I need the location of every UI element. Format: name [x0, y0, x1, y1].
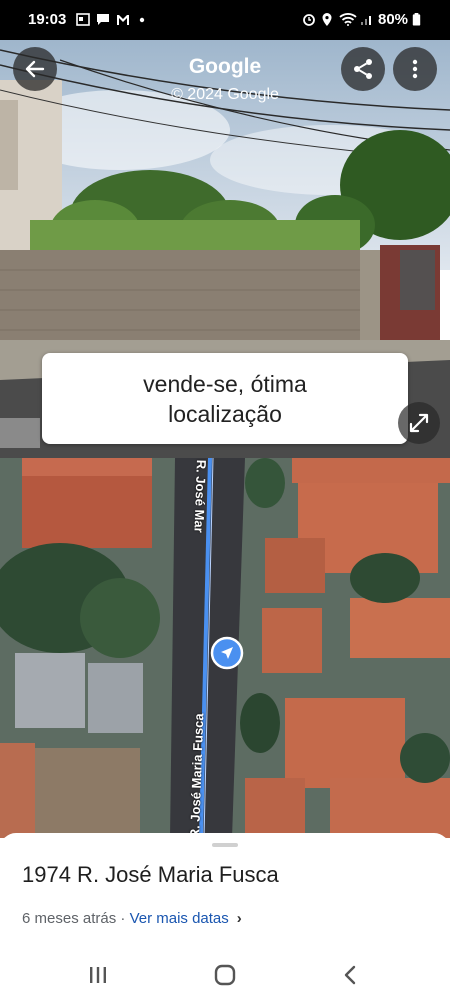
home-icon[interactable]: [210, 962, 240, 988]
satellite-map[interactable]: R. José Mar R. José Maria Fusca: [0, 458, 450, 838]
copyright-text: © 2024 Google: [171, 86, 279, 103]
more-options-button[interactable]: [393, 47, 437, 91]
status-time: 19:03: [28, 11, 67, 28]
date-row: 6 meses atrás · Ver mais datas ›: [22, 910, 242, 927]
alarm-icon: [303, 14, 315, 26]
gmail-icon: [117, 15, 129, 25]
separator: ·: [116, 910, 130, 927]
expand-icon: [409, 413, 429, 433]
drag-handle[interactable]: [212, 843, 238, 847]
location-arrow-icon[interactable]: [210, 636, 244, 670]
expand-button[interactable]: [398, 402, 440, 444]
status-bar: 19:03 80%: [0, 0, 450, 40]
address-title: 1974 R. José Maria Fusca: [22, 862, 279, 887]
back-icon[interactable]: [336, 962, 366, 988]
battery-icon: [412, 13, 421, 26]
overlay-caption: vende-se, ótima localização: [42, 353, 408, 444]
share-icon: [354, 59, 372, 79]
chevron-right-icon[interactable]: ›: [237, 910, 242, 927]
capture-date: 6 meses atrás: [22, 910, 117, 927]
caption-line-1: vende-se, ótima: [143, 371, 307, 397]
battery-percent: 80%: [378, 11, 409, 28]
share-button[interactable]: [341, 47, 385, 91]
street-label-top: R. José Mar: [191, 459, 209, 533]
gallery-icon: [76, 13, 90, 26]
dot-icon: [139, 17, 145, 23]
signal-icon: [361, 16, 371, 25]
caption-line-2: localização: [168, 401, 282, 427]
more-dates-link[interactable]: Ver mais datas: [130, 910, 229, 927]
wifi-icon: [339, 13, 357, 26]
recents-icon[interactable]: [83, 962, 113, 988]
location-icon: [322, 13, 332, 26]
message-icon: [97, 14, 109, 25]
more-vert-icon: [412, 59, 418, 79]
